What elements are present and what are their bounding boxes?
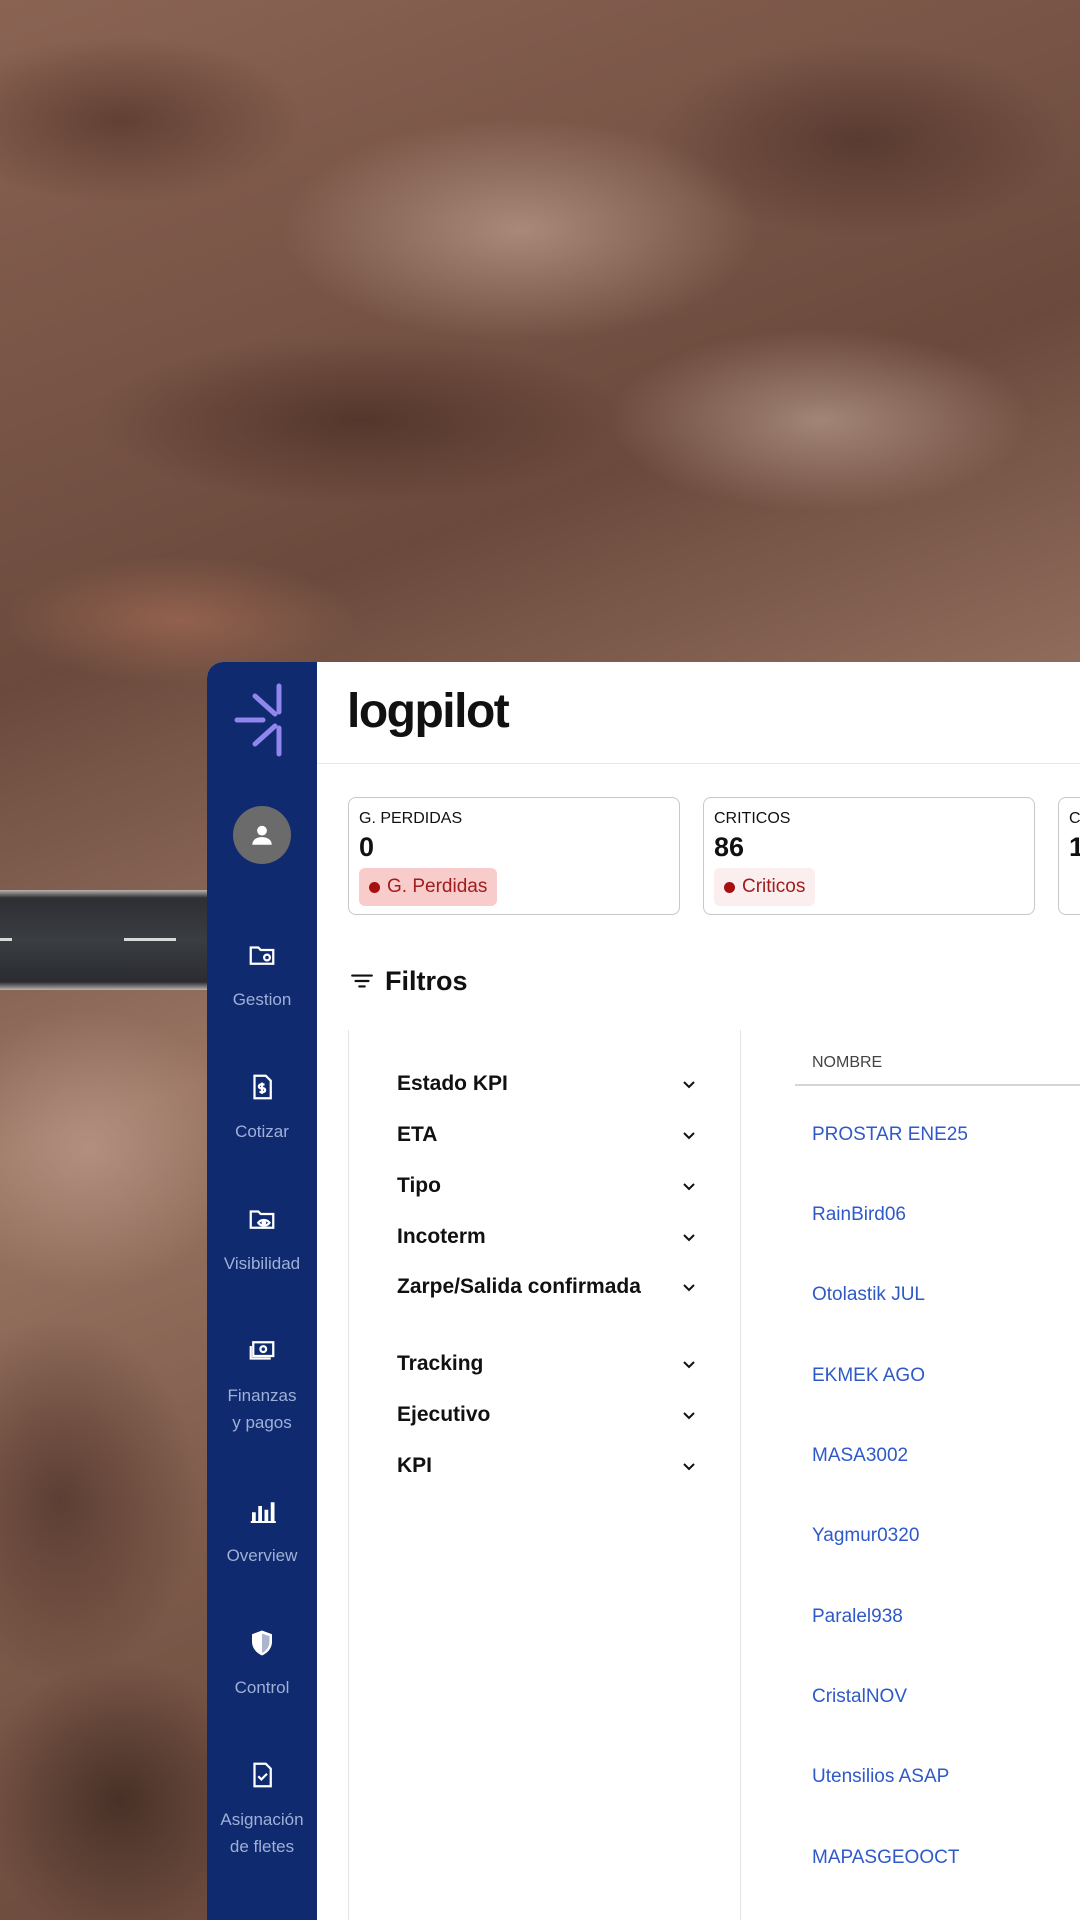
table-row-link[interactable]: PROSTAR ENE25 [812,1124,968,1146]
chevron-down-icon [683,1233,695,1241]
chevron-down-icon [683,1131,695,1139]
folder-gear-icon [249,946,275,965]
kpi-value: 86 [714,832,745,862]
nav-label: Gestion [232,990,292,1009]
table-row-link[interactable]: MAPASGEOOCT [812,1847,959,1869]
brand-title: logpilot [347,685,510,738]
road-background [0,890,220,990]
table-row-link[interactable]: CristalNOV [812,1686,907,1708]
table-row-link[interactable]: RainBird06 [812,1204,906,1226]
filter-tipo[interactable]: Tipo [397,1172,697,1199]
table-row-link[interactable]: Yagmur0320 [812,1525,919,1547]
kpi-value: 0 [359,832,375,862]
table-row-link[interactable]: Paralel938 [812,1606,903,1628]
nav-label: Cotizar [235,1122,289,1141]
filter-label: Estado KPI [397,1072,508,1095]
chevron-down-icon [683,1283,695,1291]
kpi-label: G. PERDIDAS [359,810,463,827]
kpi-badge: Criticos [714,868,816,906]
nav-label: Control [234,1678,290,1697]
filter-label: Tracking [397,1352,484,1375]
filter-estado-kpi[interactable]: Estado KPI [397,1070,697,1097]
user-icon [252,825,272,845]
filter-icon [351,974,373,988]
filter-zarpe-salida[interactable]: Zarpe/Salida confirmada [397,1273,697,1300]
folder-eye-icon [249,1210,275,1229]
filter-label: Incoterm [397,1225,486,1248]
nav-item-gestion[interactable]: Gestion [207,940,317,1013]
money-icon [249,1341,275,1360]
kpi-card-criticos[interactable]: CRITICOS 86 Criticos [703,797,1035,915]
filters-header[interactable]: Filtros [349,963,468,999]
shield-icon [252,1630,272,1656]
filter-label: KPI [397,1454,433,1477]
filter-incoterm[interactable]: Incoterm [397,1223,697,1250]
app-header: logpilot [317,662,1080,764]
nav-item-finanzas[interactable]: Finanzas y pagos [207,1336,317,1436]
filter-label: ETA [397,1123,438,1146]
logpilot-logo-icon[interactable] [233,682,291,758]
nav-item-control[interactable]: Control [207,1628,317,1701]
chevron-down-icon [683,1182,695,1190]
chevron-down-icon [683,1462,695,1470]
kpi-label: C [1069,810,1080,827]
kpi-value: 1 [1069,832,1080,862]
user-avatar[interactable] [233,806,291,864]
filter-ejecutivo[interactable]: Ejecutivo [397,1401,697,1428]
sidebar: Gestion Cotizar Visibilidad Finanzas y p… [207,662,317,1920]
nav-item-asignacion[interactable]: Asignación de fletes [207,1760,317,1860]
nav-item-visibilidad[interactable]: Visibilidad [207,1204,317,1277]
filter-kpi[interactable]: KPI [397,1452,697,1479]
nav-label: Visibilidad [223,1254,301,1273]
filter-label: Tipo [397,1174,441,1197]
nav-item-cotizar[interactable]: Cotizar [207,1072,317,1145]
document-check-icon [253,1762,272,1788]
nav-label: Finanzas y pagos [227,1386,297,1432]
chevron-down-icon [683,1080,695,1088]
kpi-card-perdidas[interactable]: G. PERDIDAS 0 G. Perdidas [348,797,680,915]
table-row-link[interactable]: Otolastik JUL [812,1284,925,1306]
filter-eta[interactable]: ETA [397,1121,697,1148]
nav-item-overview[interactable]: Overview [207,1496,317,1569]
bar-chart-icon [250,1502,276,1523]
filter-label: Zarpe/Salida confirmada [397,1275,641,1298]
table-row-link[interactable]: EKMEK AGO [812,1365,925,1387]
nav-label: Asignación de fletes [220,1810,304,1856]
kpi-badge: G. Perdidas [359,868,498,906]
table-row-link[interactable]: MASA3002 [812,1445,908,1467]
dollar-document-icon [253,1074,272,1100]
table-row-link[interactable]: Utensilios ASAP [812,1766,949,1788]
kpi-label: CRITICOS [714,810,791,827]
chevron-down-icon [683,1360,695,1368]
chevron-down-icon [683,1411,695,1419]
filter-tracking[interactable]: Tracking [397,1350,697,1377]
filters-panel: Estado KPI ETA Tipo Incoterm Zarpe/Salid… [348,1030,741,1920]
filter-label: Ejecutivo [397,1403,491,1426]
app-window: Gestion Cotizar Visibilidad Finanzas y p… [207,662,1080,1920]
filters-title: Filtros [385,965,468,996]
kpi-card-partial[interactable]: C 1 [1058,797,1080,915]
column-header-nombre[interactable]: NOMBRE [795,1040,1080,1086]
nav-label: Overview [226,1546,298,1565]
